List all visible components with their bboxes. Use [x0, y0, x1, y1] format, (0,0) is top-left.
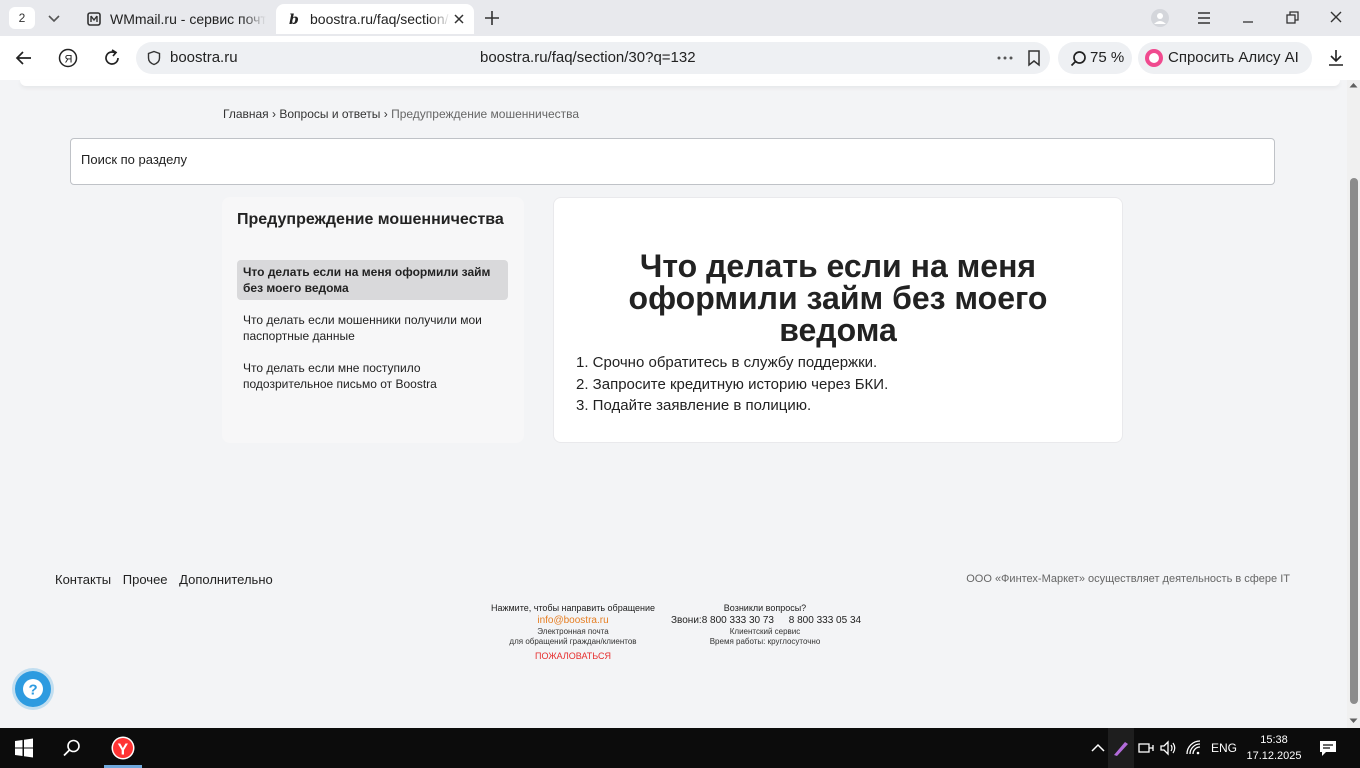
footer-org-note: ООО «Финтех-Маркет» осуществляет деятель… — [966, 573, 1290, 585]
sidebar-item[interactable]: Что делать если мне поступило подозрител… — [237, 356, 508, 396]
footer-link-other[interactable]: Прочее — [123, 572, 168, 587]
breadcrumb-current: Предупреждение мошенничества — [391, 107, 580, 121]
address-bar-row: Я boostra.ru boostra.ru/faq/section/30?q… — [0, 36, 1360, 80]
minimize-icon[interactable] — [1236, 8, 1260, 28]
support-phones: Звони:8 800 333 30 73 8 800 333 05 34 — [665, 615, 865, 626]
svg-text:b: b — [289, 12, 299, 27]
appeal-email-link[interactable]: info@boostra.ru — [472, 615, 674, 626]
article-step: 3. Подайте заявление в полицию. — [576, 397, 812, 414]
article-step: 1. Срочно обратитесь в службу поддержки. — [576, 354, 878, 371]
alice-icon — [1145, 49, 1163, 67]
article-title: Что делать если на меня оформили займ бе… — [628, 248, 1048, 348]
close-icon[interactable] — [452, 12, 466, 26]
sidebar-title: Предупреждение мошенничества — [237, 211, 504, 228]
pen-icon[interactable] — [1111, 738, 1131, 758]
breadcrumb-separator: › — [268, 107, 280, 121]
breadcrumb-home[interactable]: Главная — [223, 107, 269, 121]
svg-text:Y: Y — [118, 742, 129, 759]
zoom-level: 75 % — [1090, 49, 1125, 66]
url-text[interactable]: boostra.ru/faq/section/30?q=132 — [480, 49, 696, 66]
section-search — [70, 138, 1275, 185]
chevron-up-icon[interactable] — [1088, 738, 1108, 758]
clock[interactable]: 15:38 17.12.2025 — [1240, 732, 1308, 764]
footer-link-contacts[interactable]: Контакты — [55, 572, 111, 587]
language-indicator[interactable]: ENG — [1211, 741, 1237, 755]
faq-sidebar: Предупреждение мошенничества Что делать … — [222, 197, 524, 443]
windows-taskbar: Y ENG 15:38 17.12.2025 — [0, 728, 1360, 768]
restore-icon[interactable] — [1280, 8, 1304, 28]
scroll-up-icon[interactable] — [1349, 82, 1358, 88]
help-icon: ? — [23, 679, 43, 699]
sidebar-item[interactable]: Что делать если мошенники получили мои п… — [237, 308, 508, 348]
support-hours: Время работы: круглосуточно — [709, 637, 821, 646]
appeal-email-caption: Электронная почта — [537, 627, 609, 636]
appeal-email-caption-2: для обращений граждан/клиентов — [509, 637, 637, 646]
scroll-down-icon[interactable] — [1349, 718, 1358, 724]
yandex-icon[interactable]: Я — [58, 48, 78, 68]
search-icon[interactable] — [62, 738, 82, 758]
ask-alice-button[interactable]: Спросить Алису AI — [1138, 42, 1312, 74]
network-icon[interactable] — [1136, 738, 1156, 758]
more-icon[interactable] — [996, 50, 1014, 66]
yandex-browser-icon[interactable]: Y — [111, 736, 135, 760]
section-search-input[interactable] — [81, 152, 681, 167]
download-icon[interactable] — [1326, 48, 1346, 68]
site-header-edge — [20, 80, 1340, 86]
phone-2[interactable]: 8 800 333 05 34 — [789, 615, 861, 626]
svg-text:?: ? — [29, 682, 38, 699]
back-icon[interactable] — [14, 48, 34, 68]
support-caption: Клиентский сервис — [729, 627, 801, 636]
tab-wmmail[interactable]: WMmail.ru - сервис почтовых рассылок — [76, 4, 272, 34]
tab-label: WMmail.ru - сервис почтовых рассылок — [110, 11, 266, 27]
footer-appeal: Нажмите, чтобы направить обращение info@… — [472, 603, 674, 661]
tab-boostra[interactable]: b boostra.ru/faq/section/30?q=132 — [276, 4, 474, 34]
zoom-button[interactable]: 75 % — [1058, 42, 1132, 74]
breadcrumb-faq[interactable]: Вопросы и ответы — [279, 107, 380, 121]
bookmark-icon[interactable] — [1026, 49, 1042, 67]
complain-link[interactable]: ПОЖАЛОВАТЬСЯ — [472, 651, 674, 661]
appeal-heading[interactable]: Нажмите, чтобы направить обращение — [472, 603, 674, 613]
faq-article: Что делать если на меня оформили займ бе… — [553, 197, 1123, 443]
notifications-icon[interactable] — [1318, 738, 1338, 758]
footer-links: Контакты Прочее Дополнительно — [55, 572, 281, 587]
menu-icon[interactable] — [1192, 8, 1216, 28]
browser-tab-bar: 2 WMmail.ru - сервис почтовых рассылок b… — [0, 0, 1360, 36]
boostra-favicon: b — [289, 12, 299, 27]
window-close-icon[interactable] — [1324, 8, 1348, 28]
page-scrollbar[interactable] — [1347, 80, 1360, 728]
clock-date: 17.12.2025 — [1246, 750, 1302, 762]
mail-favicon — [87, 12, 101, 26]
search-zoom-icon — [1070, 51, 1086, 67]
url-domain: boostra.ru — [170, 49, 238, 66]
breadcrumb-separator: › — [380, 107, 392, 121]
article-step: 2. Запросите кредитную историю через БКИ… — [576, 375, 889, 393]
help-chat-button[interactable]: ? — [15, 671, 51, 707]
url-bar[interactable]: boostra.ru boostra.ru/faq/section/30?q=1… — [136, 42, 1050, 74]
scrollbar-thumb[interactable] — [1350, 178, 1358, 704]
phone-1[interactable]: 8 800 333 30 73 — [702, 615, 774, 626]
footer-link-additional[interactable]: Дополнительно — [179, 572, 273, 587]
clock-time: 15:38 — [1260, 734, 1288, 746]
footer-support: Возникли вопросы? Звони:8 800 333 30 73 … — [665, 603, 865, 646]
chevron-down-icon[interactable] — [43, 8, 65, 28]
tab-label: boostra.ru/faq/section/30?q=132 — [310, 11, 450, 27]
plus-icon[interactable] — [482, 8, 502, 28]
support-heading: Возникли вопросы? — [723, 603, 807, 613]
svg-text:Я: Я — [65, 54, 73, 66]
article-steps: 1. Срочно обратитесь в службу поддержки.… — [576, 354, 888, 419]
tab-count-button[interactable]: 2 — [9, 7, 35, 29]
profile-icon[interactable] — [1148, 8, 1172, 28]
sidebar-item-active[interactable]: Что делать если на меня оформили займ бе… — [237, 260, 508, 300]
shield-icon[interactable] — [146, 50, 162, 66]
breadcrumb: Главная › Вопросы и ответы › Предупрежде… — [223, 107, 579, 121]
volume-icon[interactable] — [1158, 738, 1178, 758]
ask-alice-label: Спросить Алису AI — [1168, 49, 1299, 66]
windows-start-icon[interactable] — [14, 738, 34, 758]
reload-icon[interactable] — [102, 48, 122, 68]
wifi-icon[interactable] — [1184, 738, 1204, 758]
call-label: Звони: — [671, 615, 702, 626]
